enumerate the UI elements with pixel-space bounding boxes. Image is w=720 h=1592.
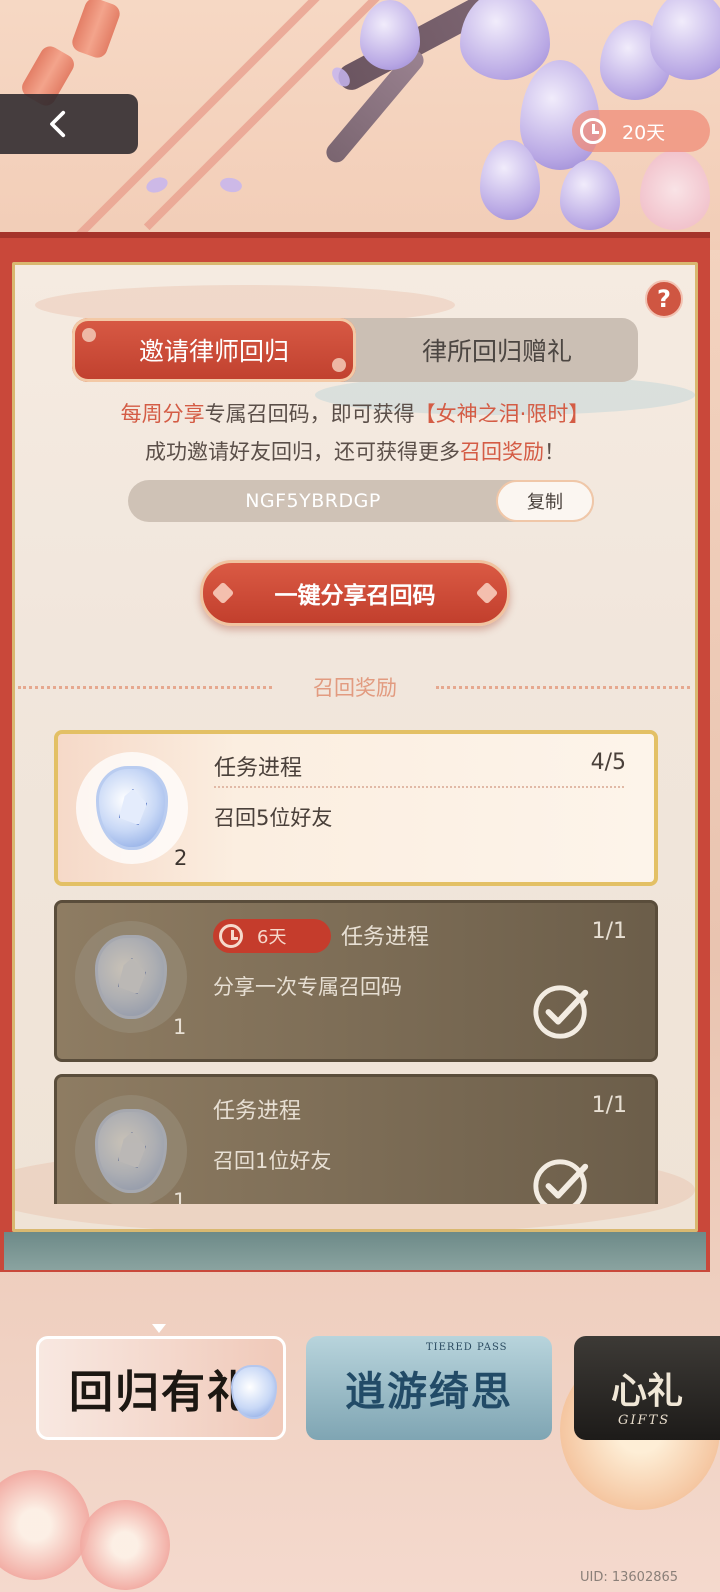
- task-progress: 4/5: [590, 750, 626, 775]
- blossom-decoration: [80, 1500, 170, 1590]
- ornament-icon: [82, 328, 96, 342]
- event-timer-text: 20天: [622, 121, 666, 144]
- wisteria-flower: [360, 0, 420, 70]
- event-timer: 20天: [572, 110, 710, 152]
- tab-bar: 邀请律师回归 律所回归赠礼: [72, 318, 638, 382]
- goddess-tear-gem-icon: [95, 935, 167, 1019]
- banner-subtitle: GIFTS: [618, 1413, 671, 1428]
- banner-tiered-pass[interactable]: TIERED PASS 逍游绮思: [306, 1336, 552, 1440]
- chevron-left-icon: [50, 110, 66, 138]
- task-description: 召回1位好友: [213, 1149, 332, 1173]
- share-button-label: 一键分享召回码: [274, 583, 436, 609]
- banner-subtitle: TIERED PASS: [426, 1342, 508, 1353]
- ornament-icon: [332, 358, 346, 372]
- reward-icon-frame: [76, 752, 188, 864]
- tab-label: 邀请律师回归: [138, 337, 289, 366]
- reward-icon-frame: [75, 921, 187, 1033]
- banner-title: 回归有礼: [69, 1367, 253, 1418]
- wisteria-flower: [650, 0, 720, 80]
- task-progress: 1/1: [591, 1093, 627, 1118]
- tab-return-gift[interactable]: 律所回归赠礼: [356, 318, 638, 382]
- reward-quantity: 2: [174, 846, 188, 870]
- task-description: 分享一次专属召回码: [213, 975, 402, 999]
- selected-indicator-icon: [152, 1324, 166, 1333]
- banner-title: 逍游绮思: [345, 1368, 513, 1415]
- desc-highlight: 【女神之泪·限时】: [414, 402, 590, 426]
- desc-text: 成功邀请好友回归，还可获得更多: [145, 440, 460, 464]
- lantern-decoration: [69, 0, 123, 61]
- wisteria-flower: [460, 0, 550, 80]
- goddess-tear-gem-icon: [96, 766, 168, 850]
- task-card[interactable]: 1 6天 任务进程 1/1 分享一次专属召回码: [54, 900, 658, 1062]
- help-button[interactable]: ?: [645, 280, 683, 318]
- share-recall-code-button[interactable]: 一键分享召回码: [200, 560, 510, 626]
- reward-icon-frame: [75, 1095, 187, 1204]
- desc-text: ！: [544, 440, 565, 464]
- task-title: 任务进程: [341, 925, 430, 950]
- goddess-tear-gem-icon: [231, 1365, 277, 1419]
- tab-invite-lawyer[interactable]: 邀请律师回归: [72, 318, 356, 382]
- banner-return-gift[interactable]: 回归有礼: [36, 1336, 286, 1440]
- back-button[interactable]: [0, 94, 138, 154]
- blossom-decoration: [0, 1470, 90, 1580]
- uid-label: UID: 13602865: [580, 1570, 679, 1585]
- banner-title: 心礼: [610, 1370, 683, 1412]
- task-card[interactable]: 1 任务进程 1/1 召回1位好友: [54, 1074, 658, 1204]
- copy-button[interactable]: 复制: [496, 480, 594, 522]
- task-timer-badge: 6天: [213, 919, 331, 953]
- desc-highlight: 每周分享: [120, 402, 205, 426]
- wisteria-flower: [560, 160, 620, 230]
- reward-description-line1: 每周分享专属召回码，即可获得【女神之泪·限时】: [0, 398, 710, 428]
- reward-description-line2: 成功邀请好友回归，还可获得更多召回奖励！: [0, 436, 710, 466]
- petal-decoration: [218, 176, 244, 194]
- divider-right: [436, 686, 690, 689]
- reward-quantity: 1: [173, 1015, 187, 1039]
- recall-code-value[interactable]: NGF5YBRDGP: [128, 480, 498, 522]
- task-timer-text: 6天: [257, 927, 287, 948]
- task-description: 召回5位好友: [214, 806, 333, 830]
- ornament-icon: [475, 581, 499, 605]
- reward-quantity: 1: [173, 1189, 187, 1204]
- panel-frame-bottom: [4, 1232, 706, 1270]
- task-title: 任务进程: [213, 1099, 302, 1124]
- banner-gifts[interactable]: 心礼 GIFTS: [574, 1336, 720, 1440]
- tab-label: 律所回归赠礼: [421, 337, 572, 366]
- ornament-icon: [211, 581, 235, 605]
- task-progress: 1/1: [591, 919, 627, 944]
- task-card[interactable]: 2 任务进程 4/5 召回5位好友: [54, 730, 658, 886]
- recall-code-bar: NGF5YBRDGP 复制: [128, 480, 594, 522]
- task-title: 任务进程: [214, 756, 303, 781]
- desc-text: 专属召回码，即可获得: [204, 402, 415, 426]
- petal-decoration: [144, 174, 170, 196]
- blossom-flower: [640, 150, 710, 230]
- checkmark-icon: [533, 985, 589, 1039]
- clock-icon: [219, 924, 243, 948]
- task-divider: [214, 786, 624, 788]
- question-icon: ?: [657, 285, 671, 313]
- checkmark-icon: [533, 1159, 589, 1204]
- desc-highlight: 召回奖励: [460, 440, 544, 464]
- clock-icon: [580, 118, 606, 144]
- goddess-tear-gem-icon: [95, 1109, 167, 1193]
